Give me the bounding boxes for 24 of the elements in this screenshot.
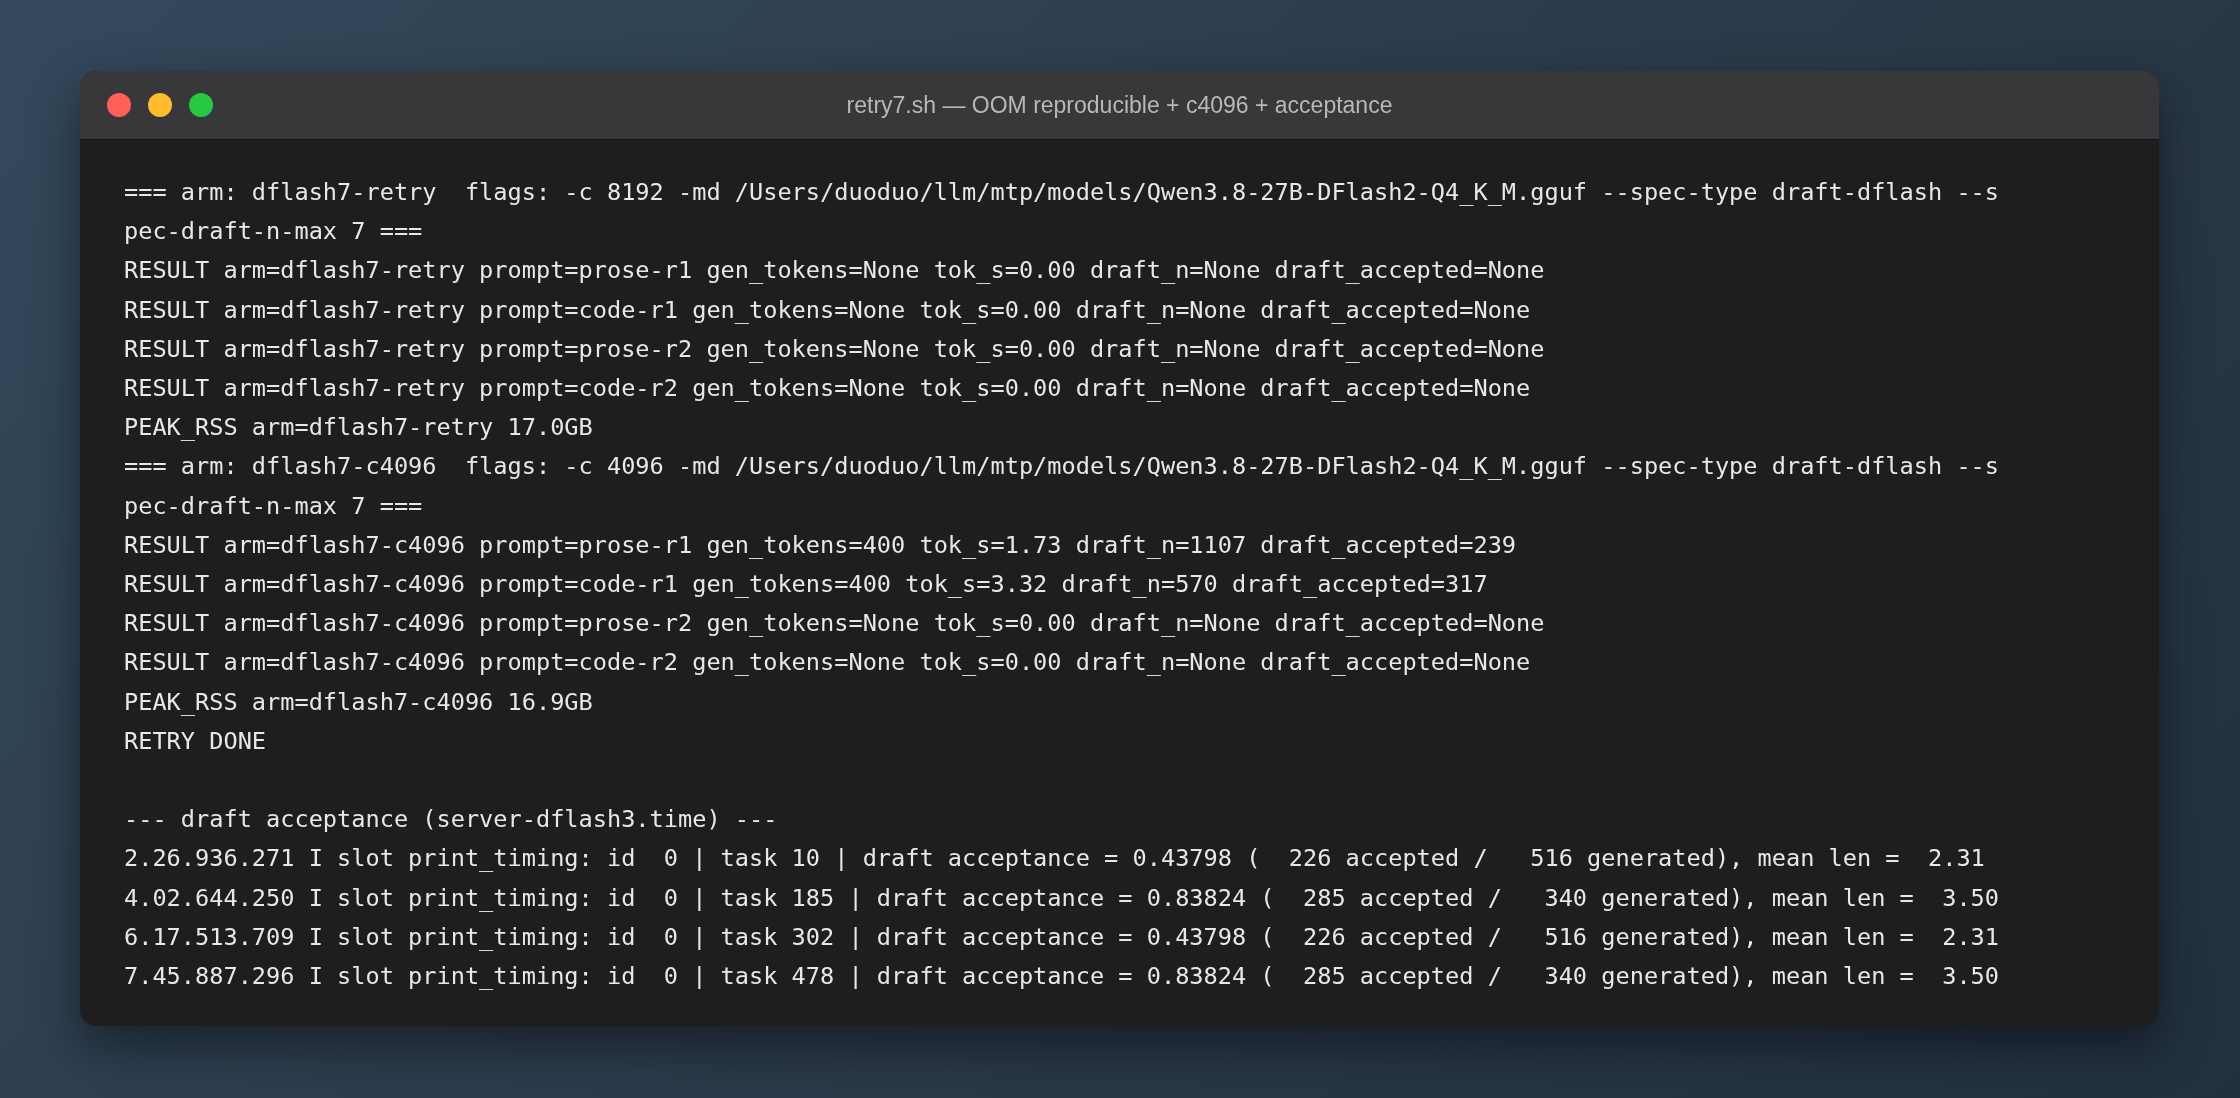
terminal-line: RESULT arm=dflash7-c4096 prompt=code-r1 gen_tokens=400 tok_s=3.32 draft_n=570 draft_accepted=317: [124, 569, 1488, 601]
terminal-line: 2.26.936.271 I slot print_timing: id 0 | task 10 | draft acceptance = 0.43798 ( 226 accepted / 516 generated), mean len = 2.31: [124, 843, 1985, 875]
terminal-line: 4.02.644.250 I slot print_timing: id 0 | task 185 | draft acceptance = 0.83824 ( 285 accepted / 340 generated), mean len = 3.50: [124, 882, 1999, 914]
close-button[interactable]: [107, 93, 131, 117]
terminal-line: 7.45.887.296 I slot print_timing: id 0 | task 478 | draft acceptance = 0.83824 ( 285 accepted / 340 generated), mean len = 3.50: [124, 961, 1999, 993]
window-title: retry7.sh — OOM reproducible + c4096 + acceptance: [846, 91, 1393, 119]
terminal-line: 6.17.513.709 I slot print_timing: id 0 | task 302 | draft acceptance = 0.43798 ( 226 accepted / 516 generated), mean len = 2.31: [124, 921, 1999, 953]
terminal-line: pec-draft-n-max 7 ===: [124, 216, 423, 248]
terminal-line: RESULT arm=dflash7-c4096 prompt=prose-r2 gen_tokens=None tok_s=0.00 draft_n=None draft_accepted=None: [124, 608, 1545, 640]
terminal-line: RESULT arm=dflash7-c4096 prompt=code-r2 gen_tokens=None tok_s=0.00 draft_n=None draft_accepted=None: [124, 647, 1531, 679]
zoom-button[interactable]: [189, 93, 213, 117]
terminal-line: PEAK_RSS arm=dflash7-c4096 16.9GB: [124, 686, 593, 718]
terminal-line: RESULT arm=dflash7-retry prompt=prose-r1 gen_tokens=None tok_s=0.00 draft_n=None draft_accepted=None: [124, 255, 1545, 287]
terminal-line: RESULT arm=dflash7-retry prompt=code-r1 gen_tokens=None tok_s=0.00 draft_n=None draft_accepted=None: [124, 294, 1531, 326]
terminal-line: RETRY DONE: [124, 725, 267, 757]
terminal-line: === arm: dflash7-retry flags: -c 8192 -md /Users/duoduo/llm/mtp/models/Qwen3.8-27B-DFlash2-Q4_K_M.gguf --spec-type draft-dflash --s: [124, 177, 1999, 208]
minimize-button[interactable]: [148, 93, 172, 117]
terminal-line: --- draft acceptance (server-dflash3.time) ---: [124, 804, 778, 836]
terminal-line: RESULT arm=dflash7-c4096 prompt=prose-r1 gen_tokens=400 tok_s=1.73 draft_n=1107 draft_accepted=239: [124, 529, 1517, 561]
terminal-line: RESULT arm=dflash7-retry prompt=prose-r2 gen_tokens=None tok_s=0.00 draft_n=None draft_accepted=None: [124, 333, 1545, 365]
terminal-line: PEAK_RSS arm=dflash7-retry 17.0GB: [124, 412, 593, 444]
terminal-line: pec-draft-n-max 7 ===: [124, 490, 423, 522]
terminal-line: RESULT arm=dflash7-retry prompt=code-r2 gen_tokens=None tok_s=0.00 draft_n=None draft_accepted=None: [124, 373, 1531, 404]
terminal-line: === arm: dflash7-c4096 flags: -c 4096 -md /Users/duoduo/llm/mtp/models/Qwen3.8-27B-DFlash2-Q4_K_M.gguf --spec-type draft-dflash --s: [124, 451, 1999, 483]
